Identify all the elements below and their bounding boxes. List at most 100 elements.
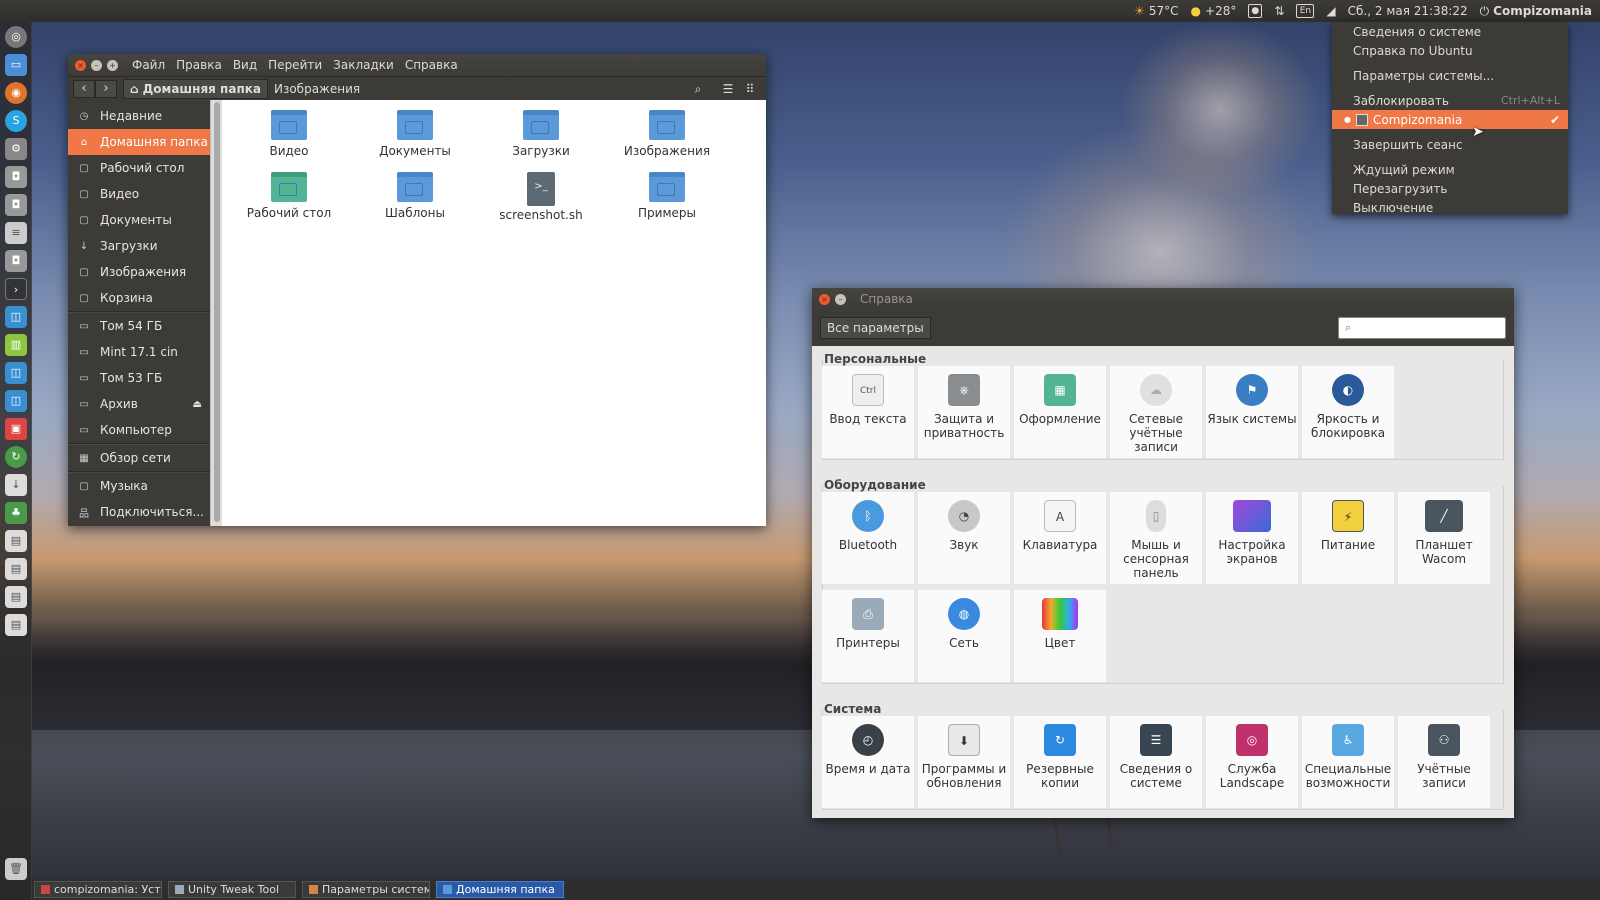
- file-item-script[interactable]: >_ screenshot.sh: [478, 172, 604, 222]
- task-system-settings[interactable]: Параметры системы: [302, 880, 430, 898]
- trash-icon[interactable]: 🗑: [5, 858, 27, 880]
- settings-titlebar[interactable]: × – Справка: [812, 288, 1514, 310]
- back-button[interactable]: ‹: [73, 79, 95, 98]
- task-unity-tweak[interactable]: Unity Tweak Tool: [168, 880, 296, 898]
- volume-indicator[interactable]: ◢: [1326, 0, 1335, 22]
- tile-wacom[interactable]: ╱ Планшет Wacom: [1398, 492, 1490, 584]
- list-view-button[interactable]: ☰: [717, 80, 739, 98]
- menu-edit[interactable]: Правка: [176, 58, 222, 72]
- all-settings-button[interactable]: Все параметры: [820, 317, 931, 339]
- file-item-downloads[interactable]: Загрузки: [478, 110, 604, 158]
- menu-view[interactable]: Вид: [233, 58, 257, 72]
- tile-language[interactable]: ⚑ Язык системы: [1206, 366, 1298, 458]
- sidebar-item-documents[interactable]: ▢ Документы: [68, 207, 210, 233]
- tile-displays[interactable]: Настройка экранов: [1206, 492, 1298, 584]
- recorder-icon[interactable]: ▣: [5, 418, 27, 440]
- sidebar-item-network[interactable]: ▦ Обзор сети: [68, 445, 210, 471]
- tile-brightness-lock[interactable]: ◐ Яркость и блокировка: [1302, 366, 1394, 458]
- tile-user-accounts[interactable]: ⚇ Учётные записи: [1398, 716, 1490, 808]
- drive-icon-5[interactable]: ▤: [5, 558, 27, 580]
- tile-appearance[interactable]: ▦ Оформление: [1014, 366, 1106, 458]
- tile-online-accounts[interactable]: ☁ Сетевые учётные записи: [1110, 366, 1202, 458]
- menu-item-logout[interactable]: Завершить сеанс: [1332, 135, 1568, 154]
- close-icon[interactable]: ×: [75, 59, 86, 71]
- skype-icon[interactable]: S: [5, 110, 27, 132]
- sidebar-item-connect[interactable]: 品 Подключиться...: [68, 499, 210, 525]
- sidebar-item-home[interactable]: ⌂ Домашняя папка: [68, 129, 210, 155]
- menu-item-system-settings[interactable]: Параметры системы...: [1332, 66, 1568, 85]
- menu-bookmarks[interactable]: Закладки: [333, 58, 394, 72]
- file-item-examples[interactable]: Примеры: [604, 172, 730, 220]
- file-item-templates[interactable]: Шаблоны: [352, 172, 478, 220]
- sidebar-item-pictures[interactable]: ▢ Изображения: [68, 259, 210, 285]
- sidebar-item-trash[interactable]: ▢ Корзина: [68, 285, 210, 311]
- forward-button[interactable]: ›: [95, 79, 117, 98]
- tile-keyboard[interactable]: A Клавиатура: [1014, 492, 1106, 584]
- dash-icon[interactable]: ◎: [5, 26, 27, 48]
- eject-icon[interactable]: ⏏: [193, 399, 202, 410]
- tile-network[interactable]: ◍ Сеть: [918, 590, 1010, 682]
- sidebar-item-music[interactable]: ▢ Музыка: [68, 473, 210, 499]
- sidebar-item-downloads[interactable]: ↓ Загрузки: [68, 233, 210, 259]
- menu-item-shutdown[interactable]: Выключение: [1332, 198, 1568, 217]
- tile-landscape[interactable]: ◎ Служба Landscape: [1206, 716, 1298, 808]
- tile-sound[interactable]: ◔ Звук: [918, 492, 1010, 584]
- tile-power[interactable]: ⚡ Питание: [1302, 492, 1394, 584]
- drive-icon-3[interactable]: ◘: [5, 250, 27, 272]
- menu-item-suspend[interactable]: Ждущий режим: [1332, 160, 1568, 179]
- minimize-icon[interactable]: –: [91, 59, 102, 71]
- app-icon-3[interactable]: ◫: [5, 390, 27, 412]
- scrollbar-thumb[interactable]: [214, 102, 220, 522]
- menu-file[interactable]: Файл: [132, 58, 165, 72]
- game-icon[interactable]: ♣: [5, 502, 27, 524]
- menu-go[interactable]: Перейти: [268, 58, 322, 72]
- tile-text-entry[interactable]: Ctrl Ввод текста: [822, 366, 914, 458]
- tile-bluetooth[interactable]: ᛒ Bluetooth: [822, 492, 914, 584]
- search-button[interactable]: ⌕: [687, 80, 709, 98]
- firefox-icon[interactable]: ◉: [5, 82, 27, 104]
- drive-icon-4[interactable]: ▤: [5, 530, 27, 552]
- grid-view-button[interactable]: ⠿: [739, 80, 761, 98]
- tile-date-time[interactable]: ◴ Время и дата: [822, 716, 914, 808]
- sidebar-scrollbar[interactable]: [210, 100, 222, 526]
- file-item-desktop[interactable]: Рабочий стол: [226, 172, 352, 220]
- network-indicator[interactable]: ⇅: [1274, 0, 1284, 22]
- drive-icon-6[interactable]: ▤: [5, 586, 27, 608]
- sidebar-item-volume-54[interactable]: ▭ Том 54 ГБ: [68, 313, 210, 339]
- sidebar-item-archive[interactable]: ▭ Архив ⏏: [68, 391, 210, 417]
- record-indicator[interactable]: ●: [1248, 0, 1263, 22]
- sidebar-item-desktop[interactable]: ▢ Рабочий стол: [68, 155, 210, 181]
- sidebar-item-volume-53[interactable]: ▭ Том 53 ГБ: [68, 365, 210, 391]
- close-icon[interactable]: ×: [819, 293, 830, 305]
- sidebar-item-computer[interactable]: ▭ Компьютер: [68, 417, 210, 443]
- app-icon-2[interactable]: ◫: [5, 362, 27, 384]
- clock[interactable]: Сб., 2 мая 21:38:22: [1348, 0, 1468, 22]
- drive-icon-7[interactable]: ▤: [5, 614, 27, 636]
- sidebar-item-recent[interactable]: ◷ Недавние: [68, 103, 210, 129]
- tile-security-privacy[interactable]: ⎈ Защита и приватность: [918, 366, 1010, 458]
- menu-item-lock[interactable]: Заблокировать Ctrl+Alt+L: [1332, 91, 1568, 110]
- tile-system-details[interactable]: ☰ Сведения о системе: [1110, 716, 1202, 808]
- text-editor-icon[interactable]: ≡: [5, 222, 27, 244]
- tile-backups[interactable]: ↻ Резервные копии: [1014, 716, 1106, 808]
- settings-icon[interactable]: ⚙: [5, 138, 27, 160]
- minimize-icon[interactable]: –: [835, 293, 846, 305]
- tile-color[interactable]: Цвет: [1014, 590, 1106, 682]
- menu-item-user[interactable]: ● Compizomania ✔: [1332, 110, 1568, 129]
- keyboard-layout-indicator[interactable]: En: [1296, 0, 1315, 22]
- file-manager-titlebar[interactable]: × – + Файл Правка Вид Перейти Закладки С…: [68, 54, 766, 76]
- task-terminal[interactable]: compizomania: Уст...: [34, 880, 162, 898]
- file-item-videos[interactable]: Видео: [226, 110, 352, 158]
- maximize-icon[interactable]: +: [107, 59, 118, 71]
- drive-icon[interactable]: ◘: [5, 166, 27, 188]
- tile-mouse-touchpad[interactable]: ▯ Мышь и сенсорная панель: [1110, 492, 1202, 584]
- menu-help[interactable]: Справка: [405, 58, 458, 72]
- download-icon[interactable]: ↓: [5, 474, 27, 496]
- spreadsheet-icon[interactable]: ▥: [5, 334, 27, 356]
- file-item-pictures[interactable]: Изображения: [604, 110, 730, 158]
- menu-item-system-info[interactable]: Сведения о системе: [1332, 22, 1568, 41]
- session-indicator[interactable]: ⏻ Compizomania: [1480, 0, 1592, 22]
- menu-item-ubuntu-help[interactable]: Справка по Ubuntu: [1332, 41, 1568, 60]
- drive-icon-2[interactable]: ◘: [5, 194, 27, 216]
- files-icon[interactable]: ▭: [5, 54, 27, 76]
